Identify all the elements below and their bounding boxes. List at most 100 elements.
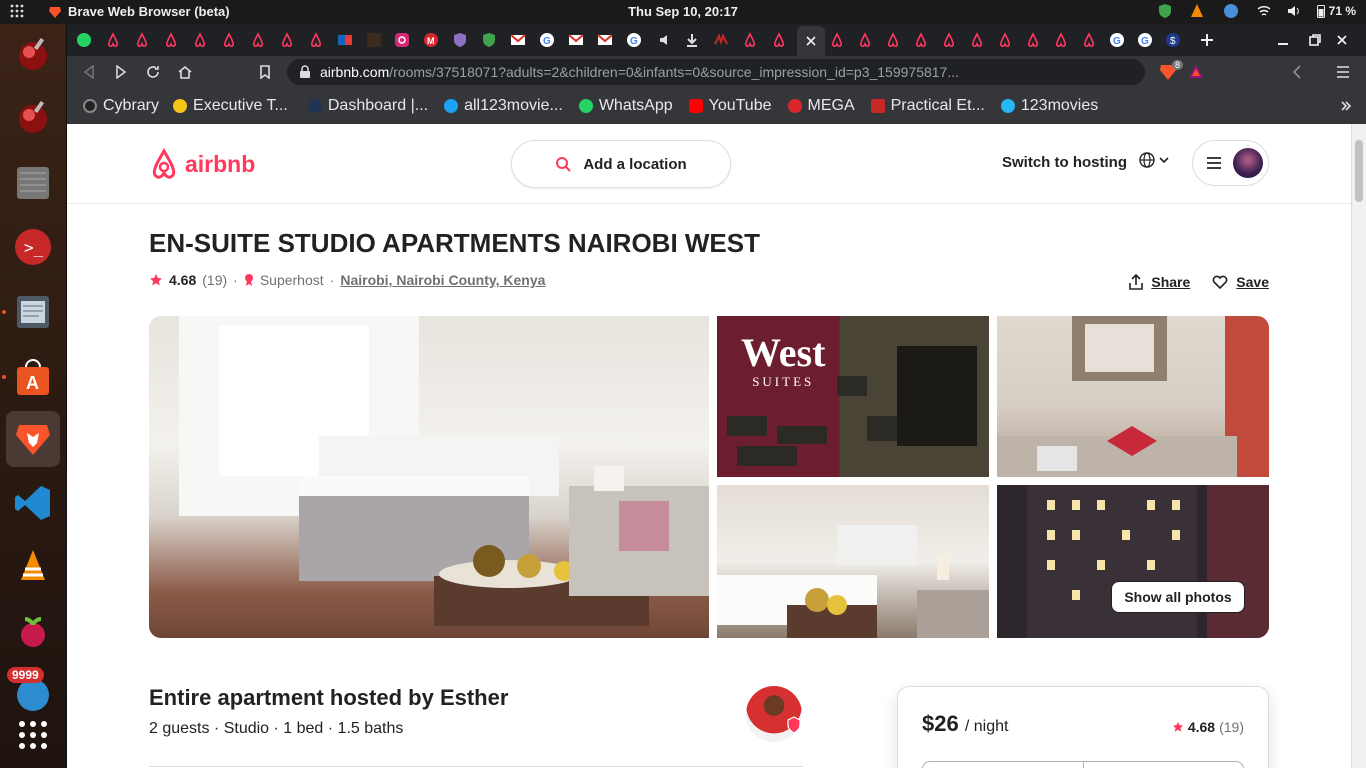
- host-avatar[interactable]: [746, 686, 802, 742]
- maximize-window-button[interactable]: [1304, 29, 1326, 51]
- reload-button[interactable]: [143, 62, 163, 82]
- tab-whatsapp[interactable]: [73, 29, 95, 51]
- tab-practical[interactable]: [710, 29, 732, 51]
- share-button[interactable]: Share: [1129, 274, 1190, 290]
- bookmark-item[interactable]: Cybrary: [83, 97, 159, 115]
- activities-grid-icon[interactable]: [10, 4, 24, 18]
- back-button[interactable]: [79, 62, 99, 82]
- tab-airbnb[interactable]: [1078, 29, 1100, 51]
- dock-kill-app-2[interactable]: [10, 94, 56, 140]
- dock-vlc[interactable]: [10, 544, 56, 590]
- photo-building-night[interactable]: [997, 485, 1269, 638]
- tab-download[interactable]: [681, 29, 703, 51]
- tab-gmail[interactable]: [507, 29, 529, 51]
- tab-active-airbnb[interactable]: [797, 26, 825, 56]
- bookmark-item[interactable]: Dashboard |...: [307, 97, 428, 115]
- bookmark-item[interactable]: Practical Et...: [870, 97, 985, 115]
- forward-button[interactable]: [111, 62, 131, 82]
- shield-tray-icon[interactable]: [1157, 3, 1173, 19]
- tab-site[interactable]: [334, 29, 356, 51]
- weather-tray-icon[interactable]: [1221, 3, 1241, 19]
- tab-airbnb[interactable]: [739, 29, 761, 51]
- more-bookmarks-button[interactable]: [1340, 100, 1352, 112]
- extensions-back-button[interactable]: [1287, 62, 1307, 82]
- tab-airbnb[interactable]: [1022, 29, 1044, 51]
- bookmark-page-button[interactable]: [255, 62, 275, 82]
- save-button[interactable]: Save: [1212, 274, 1269, 290]
- dock-text-editor[interactable]: [10, 289, 56, 335]
- booking-review-count[interactable]: (19): [1219, 719, 1244, 735]
- tab-google[interactable]: G: [1106, 29, 1128, 51]
- tab-airbnb[interactable]: [160, 29, 182, 51]
- tab-airbnb[interactable]: [189, 29, 211, 51]
- language-selector[interactable]: [1139, 152, 1169, 168]
- tab-google[interactable]: G: [1134, 29, 1156, 51]
- wifi-icon[interactable]: [1257, 4, 1271, 18]
- review-count[interactable]: (19): [202, 272, 227, 288]
- main-photo-bedroom[interactable]: [149, 316, 709, 638]
- home-button[interactable]: [175, 62, 195, 82]
- switch-to-hosting-link[interactable]: Switch to hosting: [1002, 154, 1127, 171]
- address-input[interactable]: airbnb.com/rooms/37518071?adults=2&child…: [287, 59, 1145, 85]
- system-tray[interactable]: 71 %: [1157, 3, 1356, 19]
- tab-google[interactable]: G: [623, 29, 645, 51]
- battery-indicator[interactable]: 71 %: [1316, 4, 1356, 18]
- close-window-button[interactable]: [1331, 29, 1353, 51]
- bookmark-item[interactable]: WhatsApp: [578, 97, 673, 115]
- dock-kill-app[interactable]: [10, 31, 56, 77]
- minimize-window-button[interactable]: [1272, 29, 1294, 51]
- tab-site[interactable]: [363, 29, 385, 51]
- airbnb-logo[interactable]: airbnb: [149, 148, 255, 180]
- tab-airbnb[interactable]: [305, 29, 327, 51]
- bookmark-item[interactable]: YouTube: [688, 97, 772, 115]
- dock-telegram[interactable]: 9999: [7, 667, 56, 714]
- show-applications-button[interactable]: [10, 712, 56, 758]
- tab-shield[interactable]: [478, 29, 500, 51]
- bookmark-item[interactable]: MEGA: [787, 97, 855, 115]
- tab-mega[interactable]: M: [420, 29, 442, 51]
- page-scrollbar[interactable]: [1351, 124, 1366, 768]
- tab-airbnb[interactable]: [910, 29, 932, 51]
- date-picker-field[interactable]: [922, 761, 1244, 768]
- photo-sofa[interactable]: [997, 316, 1269, 477]
- bookmark-item[interactable]: Executive T...: [173, 97, 288, 115]
- volume-icon[interactable]: [1287, 4, 1301, 18]
- active-app-menu[interactable]: Brave Web Browser (beta): [48, 4, 230, 19]
- location-search-button[interactable]: Add a location: [511, 140, 731, 188]
- brave-shields-button[interactable]: 8: [1155, 60, 1183, 82]
- tab-shield[interactable]: [449, 29, 471, 51]
- location-link[interactable]: Nairobi, Nairobi County, Kenya: [340, 272, 545, 288]
- new-tab-button[interactable]: [1196, 29, 1218, 51]
- tab-site[interactable]: $: [1162, 29, 1184, 51]
- dock-software-store[interactable]: A: [10, 354, 56, 400]
- user-menu-button[interactable]: [1192, 140, 1269, 186]
- tab-airbnb[interactable]: [882, 29, 904, 51]
- photo-bedroom-fruit[interactable]: [717, 485, 989, 638]
- vlc-tray-icon[interactable]: [1189, 3, 1205, 19]
- tab-gmail[interactable]: [594, 29, 616, 51]
- tab-airbnb[interactable]: [966, 29, 988, 51]
- tab-airbnb[interactable]: [826, 29, 848, 51]
- close-tab-icon[interactable]: [803, 33, 819, 49]
- tab-google[interactable]: G: [536, 29, 558, 51]
- bookmark-item[interactable]: 123movies: [1000, 97, 1098, 115]
- tab-gmail[interactable]: [565, 29, 587, 51]
- dock-brave-browser[interactable]: [6, 411, 60, 467]
- photo-building-sign[interactable]: West SUITES: [717, 316, 989, 477]
- tab-instagram[interactable]: [391, 29, 413, 51]
- dock-terminal[interactable]: >_: [10, 224, 56, 270]
- tab-airbnb[interactable]: [247, 29, 269, 51]
- bookmark-item[interactable]: all123movie...: [444, 97, 563, 115]
- tab-airbnb[interactable]: [131, 29, 153, 51]
- dock-files[interactable]: [10, 160, 56, 206]
- tab-airbnb[interactable]: [102, 29, 124, 51]
- dock-raspberry-pi-imager[interactable]: [10, 608, 56, 654]
- tab-airbnb[interactable]: [854, 29, 876, 51]
- tab-airbnb[interactable]: [276, 29, 298, 51]
- dock-vscode[interactable]: [10, 480, 56, 526]
- tab-airbnb[interactable]: [768, 29, 790, 51]
- show-all-photos-button[interactable]: Show all photos: [1111, 581, 1245, 613]
- brave-rewards-button[interactable]: [1186, 62, 1206, 82]
- tab-airbnb[interactable]: [218, 29, 240, 51]
- scrollbar-thumb[interactable]: [1355, 140, 1363, 202]
